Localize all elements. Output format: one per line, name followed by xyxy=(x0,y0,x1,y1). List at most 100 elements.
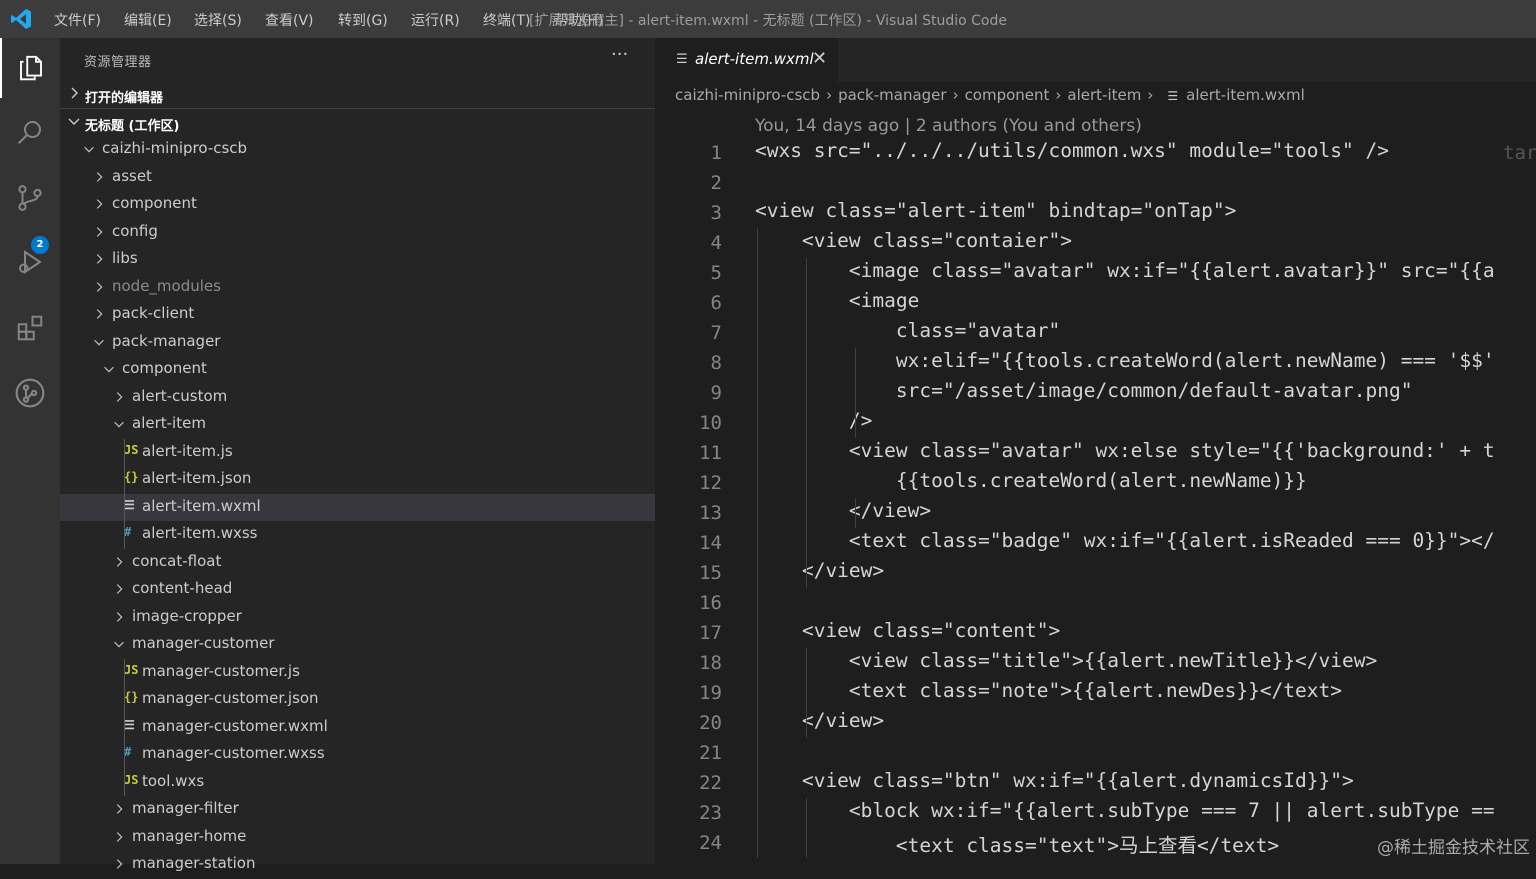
tree-file[interactable]: # alert-item.wxss xyxy=(60,521,655,549)
tree-folder[interactable]: pack-manager xyxy=(60,329,655,357)
search-icon[interactable] xyxy=(0,102,60,162)
js-file-icon: JS xyxy=(124,772,139,787)
chevron-right-icon xyxy=(116,556,123,567)
tree-file[interactable]: ☰ alert-item.wxml xyxy=(60,493,655,521)
wxss-file-icon: # xyxy=(124,525,132,539)
tree-folder[interactable]: component xyxy=(60,356,655,384)
line-number: 3 xyxy=(710,202,722,224)
open-editors-section[interactable]: 打开的编辑器 xyxy=(60,82,655,109)
chevron-right-icon: › xyxy=(826,86,833,104)
extensions-icon[interactable] xyxy=(0,298,60,358)
menu-edit[interactable]: 编辑(E) xyxy=(124,10,172,30)
line-number: 22 xyxy=(699,772,722,794)
tree-folder[interactable]: config xyxy=(60,219,655,247)
tree-item-label: manager-filter xyxy=(132,799,239,817)
code-line: {{tools.createWord(alert.newName)}} xyxy=(755,469,1307,492)
chevron-down-icon xyxy=(84,146,94,153)
chevron-right-icon: › xyxy=(1147,86,1154,104)
code-line: <text class="text">马上查看</text> xyxy=(755,834,1280,857)
menu-file[interactable]: 文件(F) xyxy=(54,10,101,30)
breadcrumb-item[interactable]: pack-manager xyxy=(838,86,946,104)
menu-run[interactable]: 运行(R) xyxy=(411,10,460,30)
line-number: 9 xyxy=(710,382,722,404)
watermark: @稀土掘金技术社区 xyxy=(1377,838,1530,858)
tree-item-label: concat-float xyxy=(132,551,222,570)
tree-folder[interactable]: component xyxy=(60,191,655,219)
breadcrumb-item[interactable]: component xyxy=(965,86,1050,104)
tree-folder[interactable]: content-head xyxy=(60,576,655,604)
explorer-icon[interactable] xyxy=(0,38,60,98)
source-control-icon[interactable] xyxy=(0,168,60,228)
tree-file[interactable]: {} alert-item.json xyxy=(60,466,655,494)
indent-guide xyxy=(757,228,758,858)
code-line: <view class="avatar" wx:else style="{{'b… xyxy=(755,439,1495,462)
close-icon[interactable]: ✕ xyxy=(812,48,827,69)
tree-folder[interactable]: manager-station xyxy=(60,851,655,879)
menu-selection[interactable]: 选择(S) xyxy=(194,10,242,30)
menu-view[interactable]: 查看(V) xyxy=(265,10,314,30)
tree-folder[interactable]: manager-home xyxy=(60,824,655,852)
tree-folder[interactable]: pack-client xyxy=(60,301,655,329)
tree-folder[interactable]: concat-float xyxy=(60,549,655,577)
tab-bar: ☰ alert-item.wxml ✕ xyxy=(655,38,1536,82)
tree-folder[interactable]: node_modules xyxy=(60,274,655,302)
tree-file[interactable]: {} manager-customer.json xyxy=(60,686,655,714)
line-number: 2 xyxy=(710,172,722,194)
line-number: 14 xyxy=(699,532,722,554)
git-graph-icon[interactable] xyxy=(0,363,60,423)
tree-item-label: config xyxy=(112,221,158,240)
codelens-blame[interactable]: You, 14 days ago | 2 authors (You and ot… xyxy=(755,116,1142,136)
tree-indent-guide xyxy=(124,658,125,796)
line-number: 17 xyxy=(699,622,722,644)
tree-folder[interactable]: image-cropper xyxy=(60,604,655,632)
tree-item-label: manager-customer.wxss xyxy=(142,744,325,762)
chevron-right-icon xyxy=(116,831,123,842)
tree-folder[interactable]: asset xyxy=(60,164,655,192)
code-line: wx:elif="{{tools.createWord(alert.newNam… xyxy=(755,349,1495,372)
wxss-file-icon: # xyxy=(124,745,132,759)
workspace-section[interactable]: 无标题 (工作区) xyxy=(60,110,655,137)
code-line: <block wx:if="{{alert.subType === 7 || a… xyxy=(755,799,1495,822)
tab-label: alert-item.wxml xyxy=(695,50,814,68)
indent-guide xyxy=(855,348,856,438)
tab-alert-item-wxml[interactable]: ☰ alert-item.wxml ✕ xyxy=(655,38,838,82)
code-line: <wxs src="../../../utils/common.wxs" mod… xyxy=(755,139,1389,162)
code-line: <view class="content"> xyxy=(755,619,1061,642)
tree-folder[interactable]: caizhi-minipro-cscb xyxy=(60,136,655,164)
code-line: src="/asset/image/common/default-avatar.… xyxy=(755,379,1413,402)
tree-file[interactable]: # manager-customer.wxss xyxy=(60,741,655,769)
more-actions-icon[interactable]: ··· xyxy=(611,44,628,65)
menu-go[interactable]: 转到(G) xyxy=(338,10,388,30)
menu-terminal[interactable]: 终端(T) xyxy=(483,10,530,30)
title-bar: 文件(F) 编辑(E) 选择(S) 查看(V) 转到(G) 运行(R) 终端(T… xyxy=(0,0,1536,38)
tree-item-label: alert-item.wxss xyxy=(142,524,258,542)
breadcrumb-item[interactable]: caizhi-minipro-cscb xyxy=(675,86,820,104)
run-debug-icon[interactable] xyxy=(0,232,60,292)
menu-help[interactable]: 帮助(H) xyxy=(554,10,603,30)
vscode-logo-icon xyxy=(11,9,31,29)
tree-folder[interactable]: libs xyxy=(60,246,655,274)
chevron-right-icon xyxy=(96,254,103,264)
wxml-file-icon: ☰ xyxy=(676,52,688,67)
chevron-right-icon: › xyxy=(1055,86,1062,104)
code-line: <text class="note">{{alert.newDes}}</tex… xyxy=(755,679,1342,702)
line-number: 6 xyxy=(710,292,722,314)
chevron-right-icon xyxy=(96,309,103,319)
tree-item-label: alert-item.js xyxy=(142,441,233,460)
code-line: <image class="avatar" wx:if="{{alert.ava… xyxy=(755,259,1495,282)
tree-folder[interactable]: alert-item xyxy=(60,411,655,439)
tree-folder[interactable]: manager-customer xyxy=(60,631,655,659)
tree-folder[interactable]: manager-filter xyxy=(60,796,655,824)
tree-file[interactable]: JS manager-customer.js xyxy=(60,659,655,687)
breadcrumb-item[interactable]: alert-item xyxy=(1067,86,1141,104)
code-line: <text class="badge" wx:if="{{alert.isRea… xyxy=(755,529,1495,552)
tree-item-label: component xyxy=(112,194,197,212)
tree-file[interactable]: JS alert-item.js xyxy=(60,439,655,467)
tree-file[interactable]: JS tool.wxs xyxy=(60,769,655,797)
tree-folder[interactable]: alert-custom xyxy=(60,384,655,412)
chevron-right-icon xyxy=(96,281,103,292)
line-number: 24 xyxy=(699,832,722,854)
tree-file[interactable]: ☰ manager-customer.wxml xyxy=(60,714,655,742)
breadcrumb-item[interactable]: alert-item.wxml xyxy=(1186,86,1305,104)
sidebar-title: 资源管理器 xyxy=(84,55,152,70)
